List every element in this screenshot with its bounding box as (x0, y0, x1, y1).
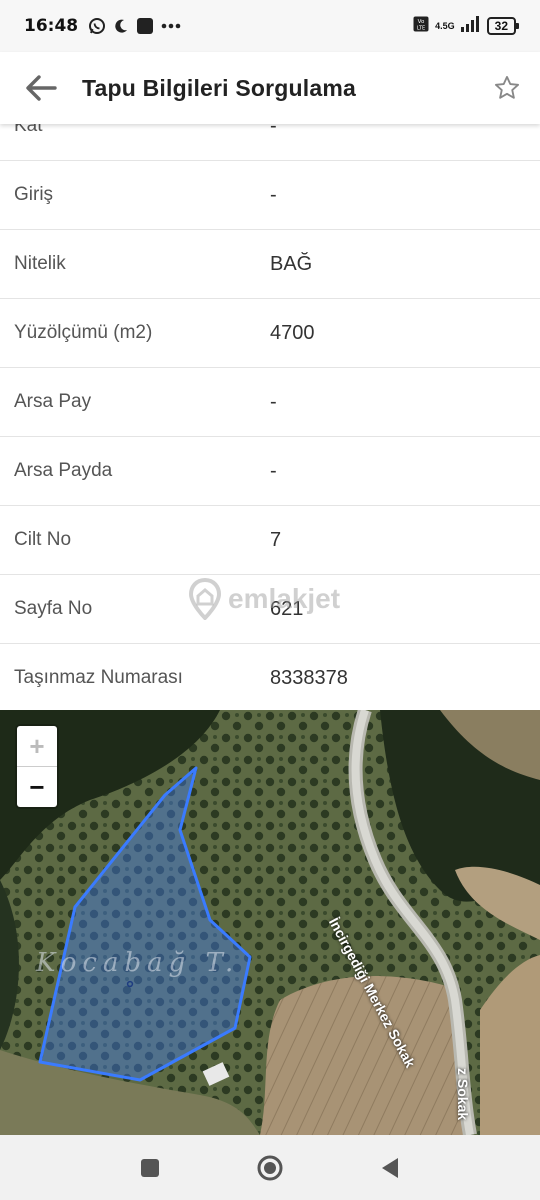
map-view[interactable]: Kocabağ T. İncirgediği Merkez Sokak z So… (0, 710, 540, 1135)
app-bar: Tapu Bilgileri Sorgulama (0, 52, 540, 124)
page-title: Tapu Bilgileri Sorgulama (82, 74, 357, 101)
arrow-left-icon (26, 75, 57, 101)
svg-text:LTE: LTE (417, 25, 425, 31)
volte-icon: Vo LTE (413, 16, 429, 37)
zoom-in-button[interactable]: + (17, 726, 57, 767)
favorite-button[interactable] (474, 52, 540, 124)
triangle-left-icon (382, 1157, 398, 1178)
status-bar: 16:48 Vo LTE 4.5G 32 (0, 0, 540, 52)
network-type: 4.5G (435, 20, 455, 31)
status-right: Vo LTE 4.5G 32 (413, 15, 520, 37)
square-icon (141, 1158, 159, 1177)
row-label: Arsa Payda (14, 460, 113, 481)
table-row: Cilt No 7 (0, 506, 540, 575)
zoom-out-button[interactable]: − (17, 767, 57, 807)
row-label: Nitelik (14, 253, 66, 274)
zoom-control: + − (17, 726, 57, 807)
back-nav-button[interactable] (360, 1138, 420, 1198)
row-label: Taşınmaz Numarası (14, 667, 183, 688)
watermark-text: emlakjet (228, 583, 341, 614)
row-value: - (270, 459, 277, 482)
svg-text:Vo: Vo (418, 19, 425, 25)
row-label: Giriş (14, 184, 54, 205)
back-button[interactable] (0, 52, 82, 124)
row-value: 7 (270, 528, 282, 551)
circle-icon (257, 1155, 283, 1180)
more-notifications-icon (161, 23, 181, 29)
whatsapp-icon (88, 17, 106, 35)
battery-icon: 32 (486, 17, 520, 35)
row-value: 4700 (270, 321, 315, 344)
watermark: emlakjet (188, 578, 340, 620)
row-label: Cilt No (14, 529, 72, 550)
row-label: Arsa Pay (14, 391, 92, 412)
app-notification-icon (136, 17, 154, 35)
street-label-2: z Sokak (455, 1068, 471, 1121)
moon-icon (113, 18, 129, 34)
table-row: Taşınmaz Numarası 8338378 (0, 644, 540, 713)
system-nav-bar (0, 1135, 540, 1200)
signal-icon (460, 15, 481, 37)
row-value: - (270, 183, 277, 206)
table-row: Arsa Payda - (0, 437, 540, 506)
home-button[interactable] (240, 1138, 300, 1198)
table-row: Nitelik BAĞ (0, 230, 540, 299)
table-row: Giriş - (0, 161, 540, 230)
row-value: - (270, 390, 277, 413)
table-row: Arsa Pay - (0, 368, 540, 437)
place-label: Kocabağ T. (36, 948, 240, 978)
row-value: 8338378 (270, 666, 348, 689)
star-icon (494, 75, 520, 99)
recent-apps-button[interactable] (120, 1138, 180, 1198)
row-label: Yüzölçümü (m2) (14, 322, 153, 343)
row-value: BAĞ (270, 252, 313, 275)
location-pin-icon (188, 578, 222, 620)
table-row: Yüzölçümü (m2) 4700 (0, 299, 540, 368)
status-time: 16:48 (24, 16, 79, 36)
